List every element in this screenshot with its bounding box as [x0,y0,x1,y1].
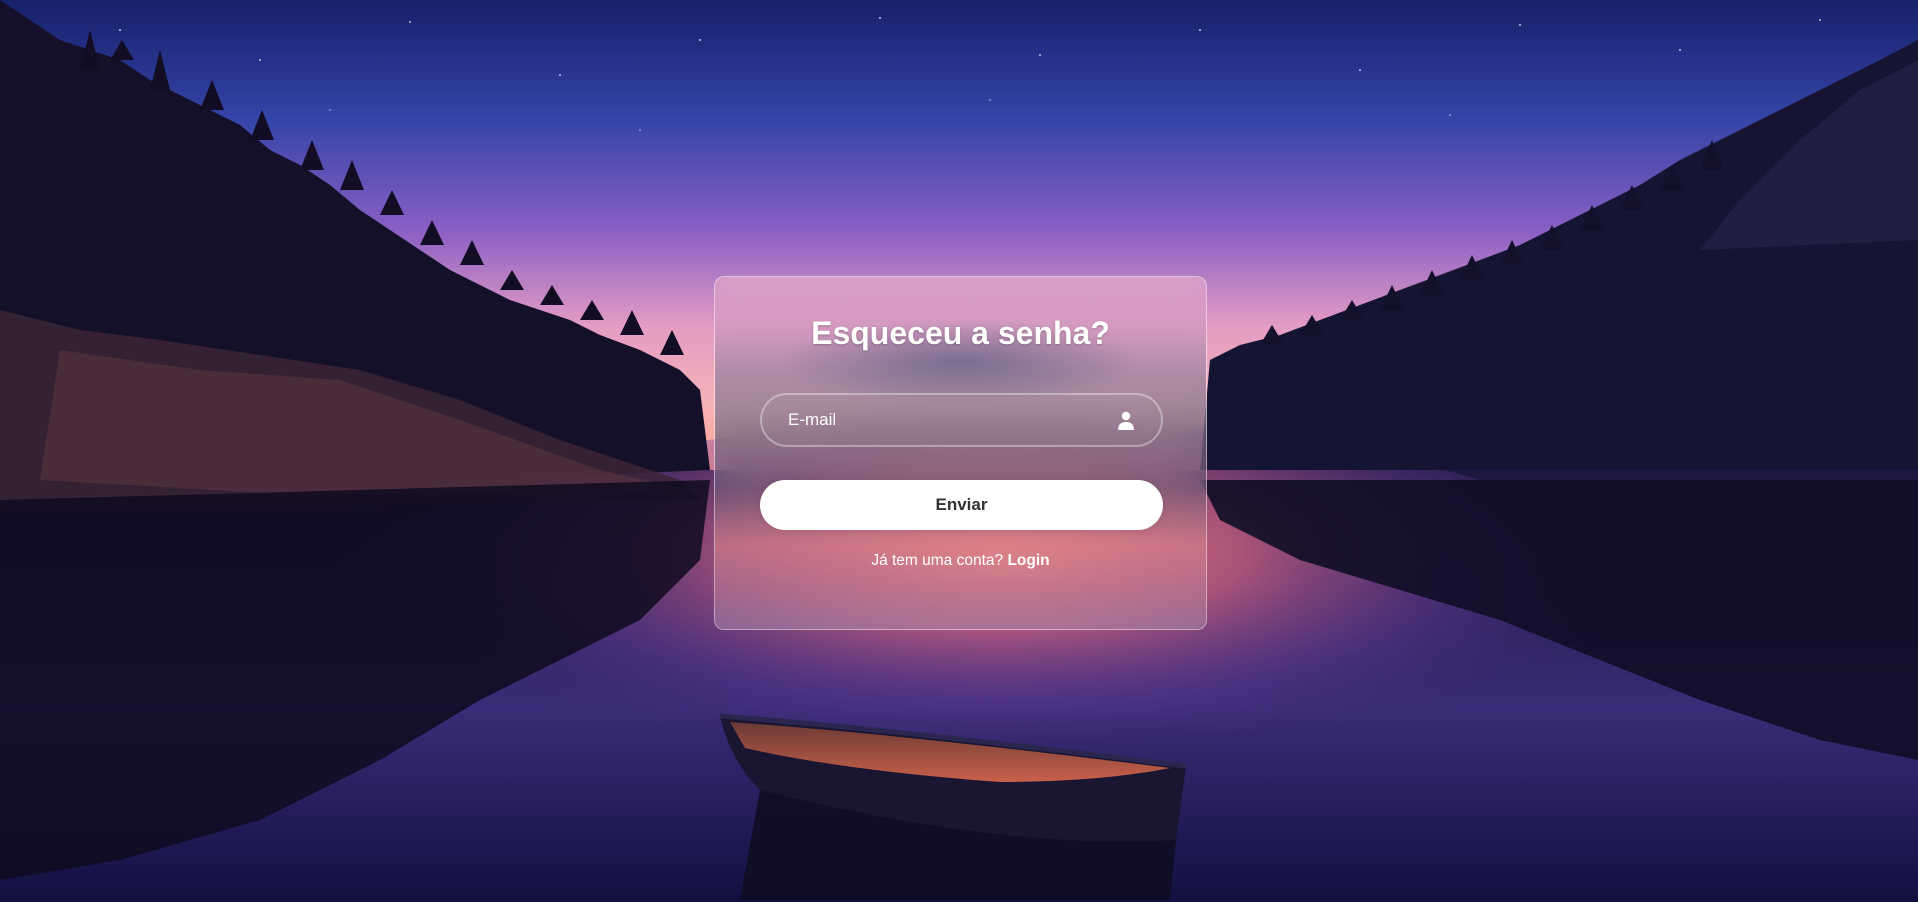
user-icon [1118,411,1134,430]
login-link[interactable]: Login [1007,552,1049,569]
page-title: Esqueceu a senha? [811,315,1110,351]
email-input[interactable] [762,395,1161,445]
forgot-password-card: Esqueceu a senha? Enviar Já tem uma cont… [714,276,1207,630]
login-page: Esqueceu a senha? Enviar Já tem uma cont… [0,0,1918,902]
submit-button[interactable]: Enviar [760,480,1163,530]
login-prompt-text: Já tem uma conta? [871,552,1004,569]
login-prompt: Já tem uma conta? Login [715,552,1206,570]
email-field-wrapper [760,393,1163,447]
